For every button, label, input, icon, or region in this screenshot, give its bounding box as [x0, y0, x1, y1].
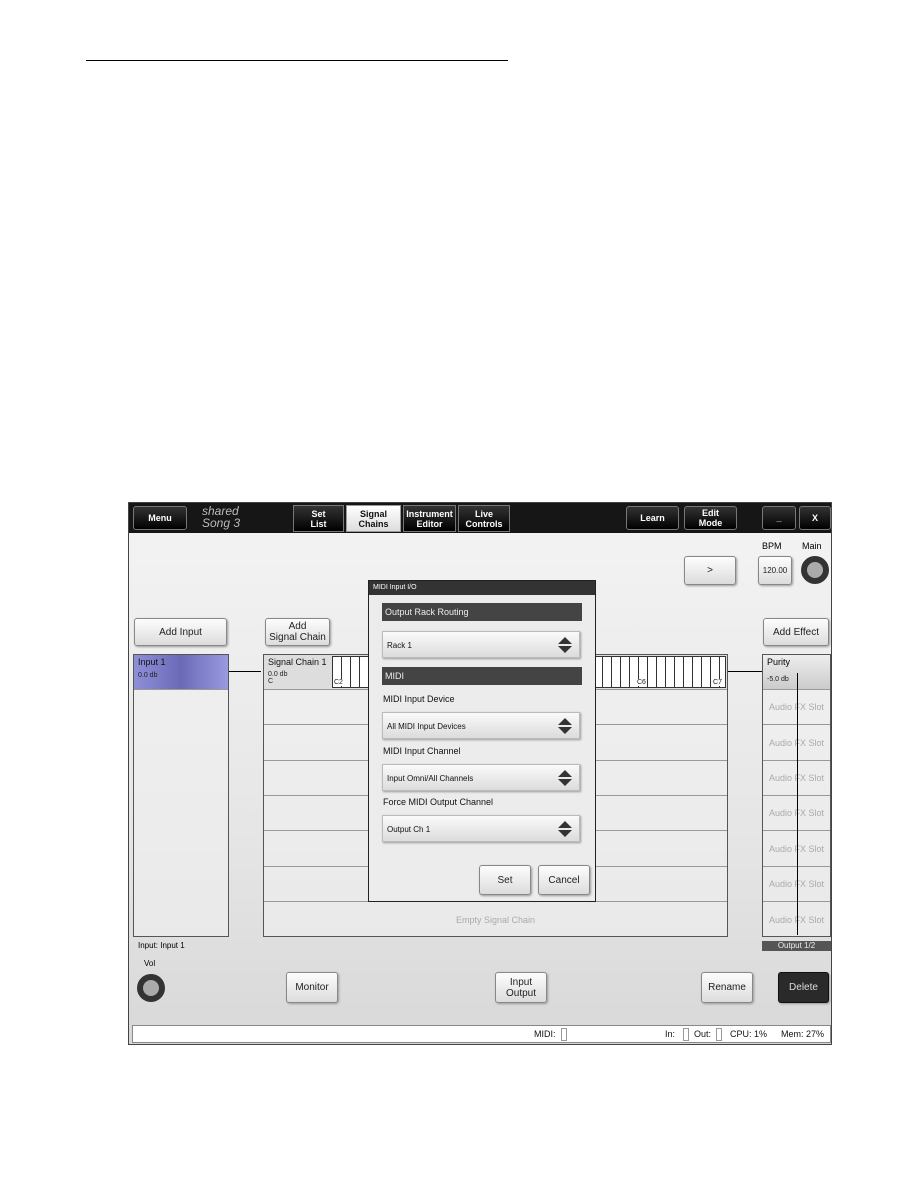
up-down-arrows-icon — [558, 637, 572, 653]
key-low-label: C2 — [334, 679, 343, 686]
in-meter — [683, 1028, 689, 1041]
main-label: Main — [802, 541, 822, 551]
midi-input-device-select[interactable]: All MIDI Input Devices — [382, 712, 580, 739]
status-bar: MIDI: In: Out: CPU: 1% Mem: 27% — [132, 1025, 831, 1043]
edit-mode-button[interactable]: Edit Mode — [684, 506, 737, 530]
midi-meter — [561, 1028, 567, 1041]
minimize-button[interactable]: _ — [762, 506, 796, 530]
midi-io-dialog: MIDI Input I/O Output Rack Routing Rack … — [368, 580, 596, 902]
input-arrow — [229, 671, 261, 672]
rename-button[interactable]: Rename — [701, 972, 753, 1003]
delete-button[interactable]: Delete — [778, 972, 829, 1003]
song-name: Song 3 — [202, 516, 241, 530]
output-label: Output 1/2 — [762, 941, 831, 951]
main-volume-knob[interactable] — [801, 556, 829, 584]
force-midi-output-value: Output Ch 1 — [387, 825, 431, 834]
set-button[interactable]: Set — [479, 865, 531, 895]
cpu-usage: CPU: 1% — [730, 1029, 768, 1039]
next-button[interactable]: > — [684, 556, 736, 585]
bpm-label: BPM — [762, 541, 782, 551]
learn-button[interactable]: Learn — [626, 506, 679, 530]
out-meter — [716, 1028, 722, 1041]
tab-set-list[interactable]: Set List — [293, 505, 344, 532]
dialog-title: MIDI Input I/O — [369, 581, 595, 595]
input-output-button[interactable]: Input Output — [495, 972, 547, 1003]
output-routing-line — [797, 673, 798, 935]
top-bar: Menu shared Song 3 Set List Signal Chains… — [129, 503, 831, 533]
add-effect-button[interactable]: Add Effect — [763, 618, 829, 646]
midi-label: MIDI: — [534, 1029, 556, 1039]
input-name: Input 1 — [138, 657, 166, 667]
input-item[interactable]: Input 1 0.0 db — [134, 655, 228, 690]
empty-signal-chain[interactable]: Empty Signal Chain — [264, 902, 727, 937]
force-midi-output-label: Force MIDI Output Channel — [383, 797, 494, 807]
up-down-arrows-icon — [558, 821, 572, 837]
key-mid-label: C6 — [637, 679, 646, 686]
rack-value: Rack 1 — [387, 641, 412, 650]
tab-signal-chains[interactable]: Signal Chains — [346, 505, 401, 532]
midi-input-device-value: All MIDI Input Devices — [387, 722, 466, 731]
vol-label: Vol — [144, 959, 156, 968]
force-midi-output-select[interactable]: Output Ch 1 — [382, 815, 580, 842]
out-label: Out: — [694, 1029, 712, 1039]
add-input-button[interactable]: Add Input — [134, 618, 227, 646]
up-down-arrows-icon — [558, 718, 572, 734]
up-down-arrows-icon — [558, 770, 572, 786]
effects-list: Purity -5.0 db Audio FX Slot Audio FX Sl… — [762, 654, 831, 937]
cancel-button[interactable]: Cancel — [538, 865, 590, 895]
midi-input-channel-value: Input Omni/All Channels — [387, 774, 474, 783]
midi-input-channel-select[interactable]: Input Omni/All Channels — [382, 764, 580, 791]
midi-input-device-label: MIDI Input Device — [383, 694, 455, 704]
effect-arrow — [728, 671, 762, 672]
input-list: Input 1 0.0 db — [133, 654, 229, 937]
close-button[interactable]: X — [799, 506, 831, 530]
rack-select[interactable]: Rack 1 — [382, 631, 580, 658]
effect-name: Purity — [767, 657, 791, 667]
song-title: shared Song 3 — [202, 505, 240, 529]
tab-instrument-editor[interactable]: Instrument Editor — [403, 505, 456, 532]
bpm-field[interactable]: 120.00 — [758, 556, 792, 585]
monitor-button[interactable]: Monitor — [286, 972, 338, 1003]
input-footer: Input: Input 1 — [138, 941, 185, 950]
add-signal-chain-button[interactable]: Add Signal Chain — [265, 618, 330, 646]
mem-usage: Mem: 27% — [781, 1029, 825, 1039]
key-high-label: C7 — [713, 679, 722, 686]
input-level: 0.0 db — [138, 672, 158, 679]
midi-input-channel-label: MIDI Input Channel — [383, 746, 461, 756]
app-screenshot: Menu shared Song 3 Set List Signal Chains… — [128, 502, 832, 1045]
output-rack-routing-header: Output Rack Routing — [382, 603, 582, 621]
in-label: In: — [665, 1029, 676, 1039]
tab-live-controls[interactable]: Live Controls — [458, 505, 510, 532]
input-volume-knob[interactable] — [137, 974, 165, 1002]
page-rule — [86, 60, 508, 61]
menu-button[interactable]: Menu — [133, 506, 187, 530]
midi-header: MIDI — [382, 667, 582, 685]
